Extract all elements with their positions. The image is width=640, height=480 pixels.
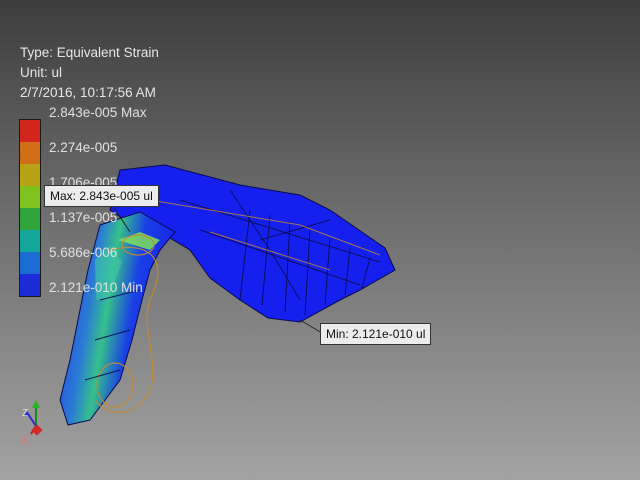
legend-swatch [20, 252, 40, 274]
legend-swatch [20, 120, 40, 142]
result-unit: Unit: ul [20, 65, 63, 80]
x-axis-arrow-icon [31, 424, 43, 436]
legend-swatch [20, 142, 40, 164]
min-leader-line [299, 319, 323, 334]
legend-swatch [20, 230, 40, 252]
result-type: Type: Equivalent Strain [20, 45, 159, 60]
legend-swatch [20, 208, 40, 230]
legend-swatch [20, 274, 40, 296]
legend-label-4: 1.137e-005 [49, 210, 118, 225]
axis-triad[interactable]: Z X [18, 396, 68, 446]
legend-swatch [20, 186, 40, 208]
legend-label-min: 2.121e-010 Min [49, 280, 143, 295]
legend-label-2: 2.274e-005 [49, 140, 118, 155]
z-axis-label: Z [22, 408, 28, 419]
result-info: Type: Equivalent Strain Unit: ul 2/7/201… [20, 43, 159, 103]
legend-label-5: 5.686e-006 [49, 245, 118, 260]
model-arm [59, 211, 176, 426]
max-probe-label[interactable]: Max: 2.843e-005 ul [44, 185, 159, 207]
legend-swatch [20, 164, 40, 186]
x-axis-label: X [21, 436, 28, 446]
color-legend-bar [19, 119, 41, 297]
min-probe-label[interactable]: Min: 2.121e-010 ul [320, 323, 432, 345]
legend-label-max: 2.843e-005 Max [49, 105, 147, 120]
y-axis-arrow-icon [32, 400, 40, 408]
result-timestamp: 2/7/2016, 10:17:56 AM [20, 85, 156, 100]
